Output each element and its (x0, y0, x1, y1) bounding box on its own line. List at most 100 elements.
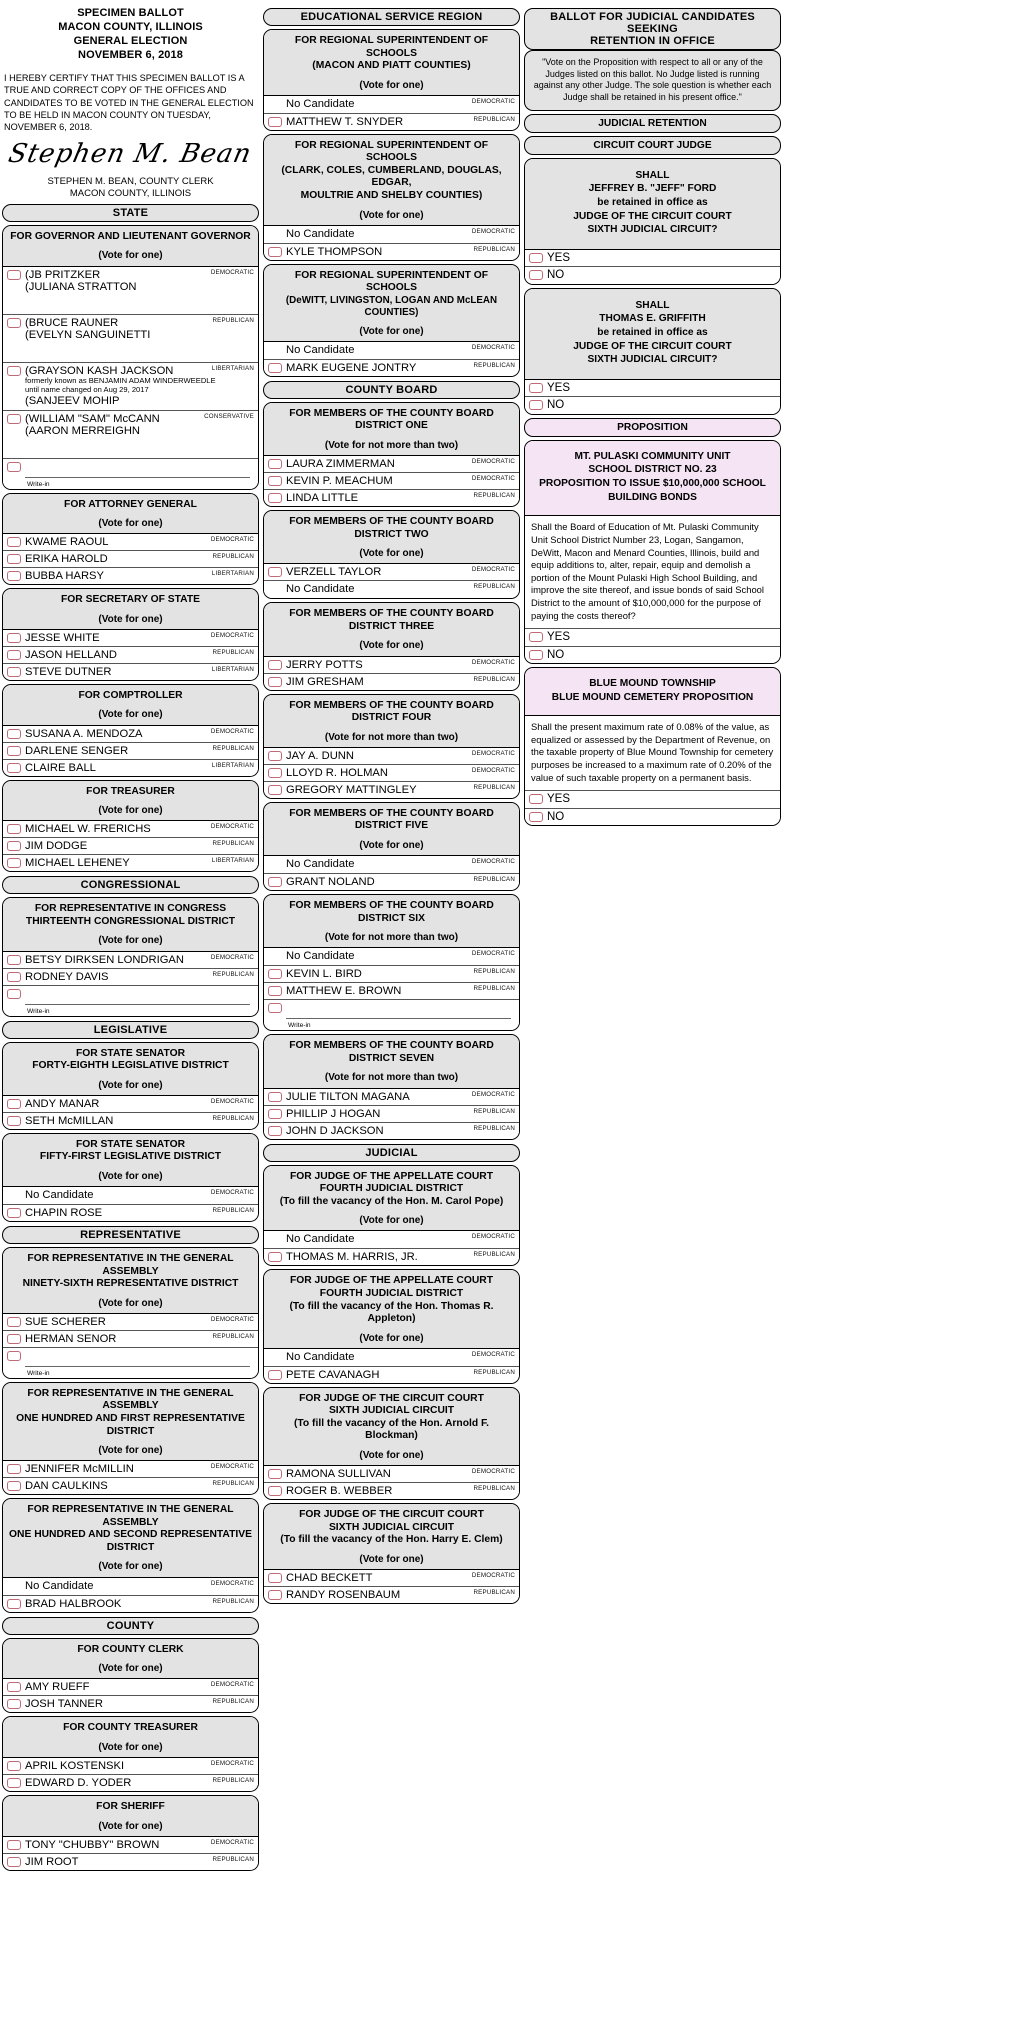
candidate-row[interactable]: RANDY ROSENBAUM REPUBLICAN (264, 1586, 519, 1603)
vote-oval-icon[interactable] (268, 986, 282, 997)
candidate-row[interactable]: BETSY DIRKSEN LONDRIGAN DEMOCRATIC (3, 951, 258, 969)
vote-oval-icon[interactable] (7, 1481, 21, 1492)
vote-oval-icon[interactable] (7, 1839, 21, 1850)
write-in-row[interactable]: Write-in (264, 1000, 519, 1031)
vote-oval-icon[interactable] (268, 1108, 282, 1119)
vote-oval-icon[interactable] (268, 459, 282, 470)
vote-no-row[interactable]: NO (525, 646, 780, 663)
candidate-row[interactable]: JERRY POTTS DEMOCRATIC (264, 656, 519, 674)
write-in-row[interactable]: Write-in (3, 458, 258, 489)
vote-oval-icon[interactable] (7, 1761, 21, 1772)
vote-oval-icon[interactable] (7, 1856, 21, 1867)
vote-oval-icon[interactable] (529, 400, 543, 411)
write-in-row[interactable]: Write-in (3, 1347, 258, 1378)
candidate-row[interactable]: KWAME RAOUL DEMOCRATIC (3, 534, 258, 552)
candidate-row[interactable]: PHILLIP J HOGAN REPUBLICAN (264, 1105, 519, 1123)
candidate-row[interactable]: MICHAEL LEHENEY LIBERTARIAN (3, 855, 258, 872)
vote-oval-icon[interactable] (268, 1369, 282, 1380)
candidate-row[interactable]: JIM DODGE REPUBLICAN (3, 838, 258, 856)
vote-oval-icon[interactable] (7, 1115, 21, 1126)
vote-oval-icon[interactable] (7, 841, 21, 852)
vote-oval-icon[interactable] (268, 493, 282, 504)
candidate-row[interactable]: JIM GRESHAM REPUBLICAN (264, 673, 519, 690)
vote-oval-icon[interactable] (7, 571, 21, 582)
vote-oval-icon[interactable] (7, 554, 21, 565)
candidate-row[interactable]: CLAIRE BALL LIBERTARIAN (3, 759, 258, 776)
vote-oval-icon[interactable] (7, 365, 21, 376)
candidate-row[interactable]: SETH McMILLAN REPUBLICAN (3, 1112, 258, 1129)
vote-oval-icon[interactable] (268, 1091, 282, 1102)
vote-oval-icon[interactable] (7, 1682, 21, 1693)
vote-oval-icon[interactable] (268, 1486, 282, 1497)
vote-oval-icon[interactable] (7, 762, 21, 773)
candidate-row[interactable]: JAY A. DUNN DEMOCRATIC (264, 747, 519, 765)
candidate-row[interactable]: JOSH TANNER REPUBLICAN (3, 1696, 258, 1713)
candidate-row[interactable]: DARLENE SENGER REPUBLICAN (3, 742, 258, 760)
vote-oval-icon[interactable] (268, 1125, 282, 1136)
vote-oval-icon[interactable] (7, 461, 21, 472)
candidate-row[interactable]: STEVE DUTNER LIBERTARIAN (3, 663, 258, 680)
candidate-row[interactable]: PETE CAVANAGH REPUBLICAN (264, 1366, 519, 1383)
vote-oval-icon[interactable] (7, 1350, 21, 1361)
candidate-row[interactable]: GRANT NOLAND REPUBLICAN (264, 874, 519, 891)
candidate-row[interactable]: ANDY MANAR DEMOCRATIC (3, 1095, 258, 1113)
vote-oval-icon[interactable] (7, 1333, 21, 1344)
candidate-row[interactable]: RODNEY DAVIS REPUBLICAN (3, 968, 258, 986)
candidate-row[interactable]: HERMAN SENOR REPUBLICAN (3, 1330, 258, 1348)
candidate-row[interactable]: GREGORY MATTINGLEY REPUBLICAN (264, 781, 519, 798)
vote-oval-icon[interactable] (7, 824, 21, 835)
candidate-row[interactable]: JASON HELLAND REPUBLICAN (3, 646, 258, 664)
vote-yes-row[interactable]: YES (525, 380, 780, 398)
vote-yes-row[interactable]: YES (525, 629, 780, 647)
vote-oval-icon[interactable] (7, 954, 21, 965)
candidate-row[interactable]: VERZELL TAYLOR DEMOCRATIC (264, 564, 519, 582)
vote-oval-icon[interactable] (7, 1699, 21, 1710)
candidate-row[interactable]: (WILLIAM "SAM" McCANN (AARON MERREIGHN C… (3, 410, 258, 459)
vote-oval-icon[interactable] (7, 1316, 21, 1327)
candidate-row[interactable]: SUSANA A. MENDOZA DEMOCRATIC (3, 725, 258, 743)
candidate-row[interactable]: MICHAEL W. FRERICHS DEMOCRATIC (3, 821, 258, 839)
vote-oval-icon[interactable] (268, 750, 282, 761)
vote-oval-icon[interactable] (7, 745, 21, 756)
vote-oval-icon[interactable] (268, 659, 282, 670)
candidate-row[interactable]: APRIL KOSTENSKI DEMOCRATIC (3, 1758, 258, 1776)
candidate-row[interactable]: LLOYD R. HOLMAN DEMOCRATIC (264, 764, 519, 782)
candidate-row[interactable]: EDWARD D. YODER REPUBLICAN (3, 1775, 258, 1792)
candidate-row[interactable]: MARK EUGENE JONTRY REPUBLICAN (264, 359, 519, 376)
candidate-row[interactable]: ERIKA HAROLD REPUBLICAN (3, 551, 258, 569)
candidate-row[interactable]: JULIE TILTON MAGANA DEMOCRATIC (264, 1088, 519, 1106)
vote-oval-icon[interactable] (7, 971, 21, 982)
candidate-row[interactable]: KEVIN L. BIRD REPUBLICAN (264, 966, 519, 984)
candidate-row[interactable]: TONY "CHUBBY" BROWN DEMOCRATIC (3, 1836, 258, 1854)
vote-oval-icon[interactable] (268, 784, 282, 795)
candidate-row[interactable]: AMY RUEFF DEMOCRATIC (3, 1679, 258, 1697)
candidate-row[interactable]: ROGER B. WEBBER REPUBLICAN (264, 1483, 519, 1500)
vote-yes-row[interactable]: YES (525, 791, 780, 809)
vote-oval-icon[interactable] (268, 246, 282, 257)
vote-oval-icon[interactable] (529, 632, 543, 643)
write-in-row[interactable]: Write-in (3, 985, 258, 1016)
vote-oval-icon[interactable] (7, 1098, 21, 1109)
vote-oval-icon[interactable] (268, 476, 282, 487)
candidate-row[interactable]: CHAD BECKETT DEMOCRATIC (264, 1569, 519, 1587)
vote-oval-icon[interactable] (268, 1003, 282, 1014)
vote-oval-icon[interactable] (529, 811, 543, 822)
candidate-row[interactable]: MATTHEW T. SNYDER REPUBLICAN (264, 113, 519, 130)
vote-oval-icon[interactable] (7, 1208, 21, 1219)
vote-oval-icon[interactable] (268, 567, 282, 578)
candidate-row[interactable]: JOHN D JACKSON REPUBLICAN (264, 1122, 519, 1139)
vote-oval-icon[interactable] (7, 1778, 21, 1789)
vote-oval-icon[interactable] (529, 253, 543, 264)
vote-no-row[interactable]: NO (525, 808, 780, 825)
vote-oval-icon[interactable] (268, 1252, 282, 1263)
vote-oval-icon[interactable] (268, 362, 282, 373)
candidate-row[interactable]: BUBBA HARSY LIBERTARIAN (3, 568, 258, 585)
candidate-row[interactable]: MATTHEW E. BROWN REPUBLICAN (264, 983, 519, 1001)
vote-oval-icon[interactable] (7, 858, 21, 869)
candidate-row[interactable]: LINDA LITTLE REPUBLICAN (264, 490, 519, 507)
vote-no-row[interactable]: NO (525, 397, 780, 414)
candidate-row[interactable]: CHAPIN ROSE REPUBLICAN (3, 1205, 258, 1222)
vote-oval-icon[interactable] (268, 676, 282, 687)
candidate-row[interactable]: JENNIFER McMILLIN DEMOCRATIC (3, 1461, 258, 1479)
vote-oval-icon[interactable] (268, 1589, 282, 1600)
